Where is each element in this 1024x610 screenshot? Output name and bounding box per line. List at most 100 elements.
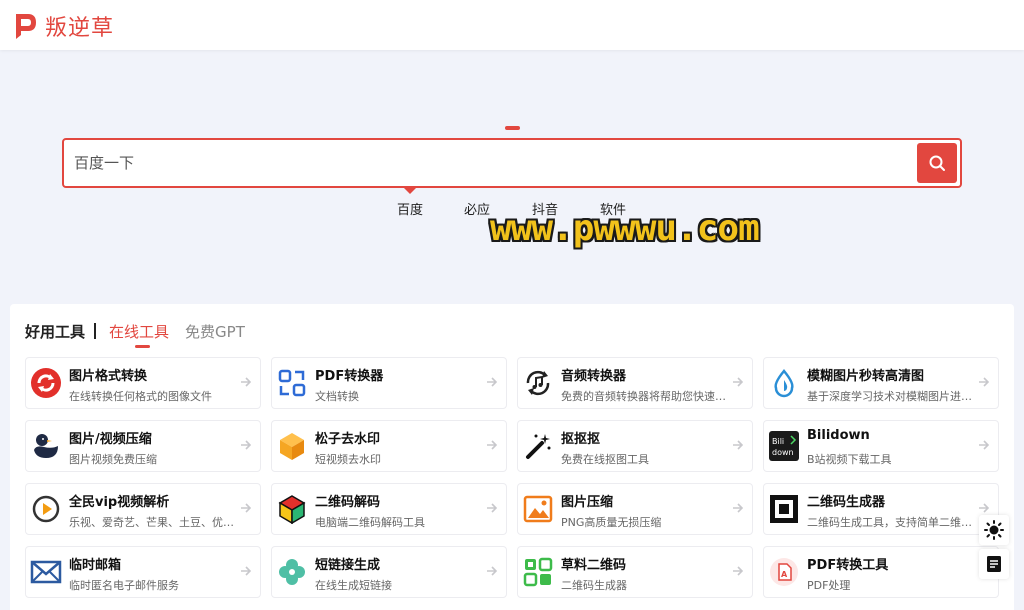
arrow-right-icon (241, 566, 252, 576)
tool-card[interactable]: 图片压缩 PNG高质量无损压缩 (517, 483, 753, 535)
image-mountain-icon (522, 493, 554, 525)
theme-toggle-button[interactable] (979, 515, 1009, 545)
tools-panel: 好用工具 在线工具 免费GPT 图片格式转换 在线转换任何格式的图像文件 PDF… (10, 304, 1014, 610)
tool-card[interactable]: A PDF转换工具 PDF处理 (763, 546, 999, 598)
arrow-right-icon (979, 377, 990, 387)
tool-card[interactable]: PDF转换器 文档转换 (271, 357, 507, 409)
tools-tabs: 好用工具 在线工具 免费GPT (25, 319, 245, 348)
site-logo[interactable]: 叛逆草 (14, 10, 114, 42)
tool-desc: 基于深度学习技术对模糊图片进行修复 (807, 390, 979, 403)
tool-title: 图片/视频压缩 (69, 432, 152, 447)
svg-text:down: down (772, 448, 794, 457)
watermark-text: www.pwwwu.com (490, 208, 760, 249)
tool-title: 短链接生成 (315, 558, 381, 573)
arrow-right-icon (241, 440, 252, 450)
svg-text:A: A (781, 570, 788, 579)
tool-card[interactable]: 音频转换器 免费的音频转换器将帮助您快速转换音频文件 (517, 357, 753, 409)
engine-pointer (402, 186, 418, 194)
tool-desc: 免费在线抠图工具 (561, 453, 649, 466)
sun-icon (984, 520, 1004, 540)
tool-card[interactable]: 临时邮箱 临时匿名电子邮件服务 (25, 546, 261, 598)
tool-desc: PDF处理 (807, 579, 851, 592)
pdf-icon: A (768, 556, 800, 588)
tools-section-title: 好用工具 (25, 322, 86, 341)
tool-title: 音频转换器 (561, 369, 627, 384)
tool-desc: 图片视频免费压缩 (69, 453, 157, 466)
tab-free-gpt[interactable]: 免费GPT (185, 321, 245, 342)
convert-arrows-icon (276, 367, 308, 399)
arrow-right-icon (979, 503, 990, 513)
arrow-right-icon (733, 377, 744, 387)
tool-desc: PNG高质量无损压缩 (561, 516, 662, 529)
tool-card[interactable]: 模糊图片秒转高清图 基于深度学习技术对模糊图片进行修复 (763, 357, 999, 409)
tool-title: 二维码生成器 (807, 495, 886, 510)
notes-button[interactable] (979, 549, 1009, 579)
tool-desc: 短视频去水印 (315, 453, 381, 466)
tool-title: Bilidown (807, 428, 870, 443)
arrow-right-icon (487, 377, 498, 387)
arrow-right-icon (241, 377, 252, 387)
tool-card[interactable]: 松子去水印 短视频去水印 (271, 420, 507, 472)
tool-desc: 二维码生成器 (561, 579, 627, 592)
tool-card[interactable]: 二维码生成器 二维码生成工具，支持简单二维码与活码 (763, 483, 999, 535)
tab-divider (94, 323, 97, 339)
arrow-right-icon (979, 440, 990, 450)
mail-icon (30, 556, 62, 588)
search-icon (929, 155, 945, 171)
tab-online-tools[interactable]: 在线工具 (109, 321, 169, 348)
tool-title: 图片压缩 (561, 495, 614, 510)
engine-bing[interactable]: 必应 (464, 199, 490, 218)
tool-desc: 在线转换任何格式的图像文件 (69, 390, 212, 403)
music-note-icon (522, 367, 554, 399)
tool-card[interactable]: 二维码解码 电脑端二维码解码工具 (271, 483, 507, 535)
arrow-right-icon (487, 440, 498, 450)
tool-card[interactable]: Bili down Bilidown B站视频下载工具 (763, 420, 999, 472)
duck-icon (30, 430, 62, 462)
water-drop-icon (768, 367, 800, 399)
refresh-circle-icon (30, 367, 62, 399)
tool-title: PDF转换工具 (807, 558, 889, 573)
tool-title: 临时邮箱 (69, 558, 122, 573)
search-input[interactable] (74, 148, 904, 178)
arrow-right-icon (487, 503, 498, 513)
tool-desc: 临时匿名电子邮件服务 (69, 579, 179, 592)
arrow-right-icon (733, 503, 744, 513)
logo-text: 叛逆草 (45, 16, 115, 41)
tool-card[interactable]: 短链接生成 在线生成短链接 (271, 546, 507, 598)
play-circle-icon (30, 493, 62, 525)
svg-text:Bili: Bili (772, 437, 784, 446)
accent-dash (505, 126, 520, 130)
magic-wand-icon (522, 430, 554, 462)
arrow-right-icon (733, 566, 744, 576)
tool-desc: 在线生成短链接 (315, 579, 392, 592)
flower-icon (276, 556, 308, 588)
bilidown-logo-icon: Bili down (768, 430, 800, 462)
tool-title: 模糊图片秒转高清图 (807, 369, 925, 384)
tool-card[interactable]: 草料二维码 二维码生成器 (517, 546, 753, 598)
top-header: 叛逆草 (0, 0, 1024, 50)
tool-title: 抠抠抠 (561, 432, 601, 447)
arrow-right-icon (487, 566, 498, 576)
document-icon (987, 556, 1001, 572)
qr-green-icon (522, 556, 554, 588)
tool-card[interactable]: 抠抠抠 免费在线抠图工具 (517, 420, 753, 472)
tool-desc: 乐视、爱奇艺、芒果、土豆、优酷、腾讯视频 (69, 516, 241, 529)
tool-desc: 免费的音频转换器将帮助您快速转换音频文件 (561, 390, 733, 403)
arrow-right-icon (733, 440, 744, 450)
tool-card[interactable]: 图片/视频压缩 图片视频免费压缩 (25, 420, 261, 472)
tool-title: 全民vip视频解析 (69, 495, 170, 510)
tool-title: 草料二维码 (561, 558, 627, 573)
qr-frame-icon (768, 493, 800, 525)
logo-mark-icon (16, 14, 36, 39)
tool-title: PDF转换器 (315, 369, 384, 384)
tool-desc: B站视频下载工具 (807, 453, 892, 466)
tool-card[interactable]: 图片格式转换 在线转换任何格式的图像文件 (25, 357, 261, 409)
tool-card[interactable]: 全民vip视频解析 乐视、爱奇艺、芒果、土豆、优酷、腾讯视频 (25, 483, 261, 535)
tool-title: 二维码解码 (315, 495, 381, 510)
arrow-right-icon (241, 503, 252, 513)
search-box (62, 138, 962, 188)
search-button[interactable] (917, 143, 957, 183)
tool-title: 图片格式转换 (69, 369, 148, 384)
tool-title: 松子去水印 (315, 432, 381, 447)
engine-baidu[interactable]: 百度 (397, 199, 423, 218)
